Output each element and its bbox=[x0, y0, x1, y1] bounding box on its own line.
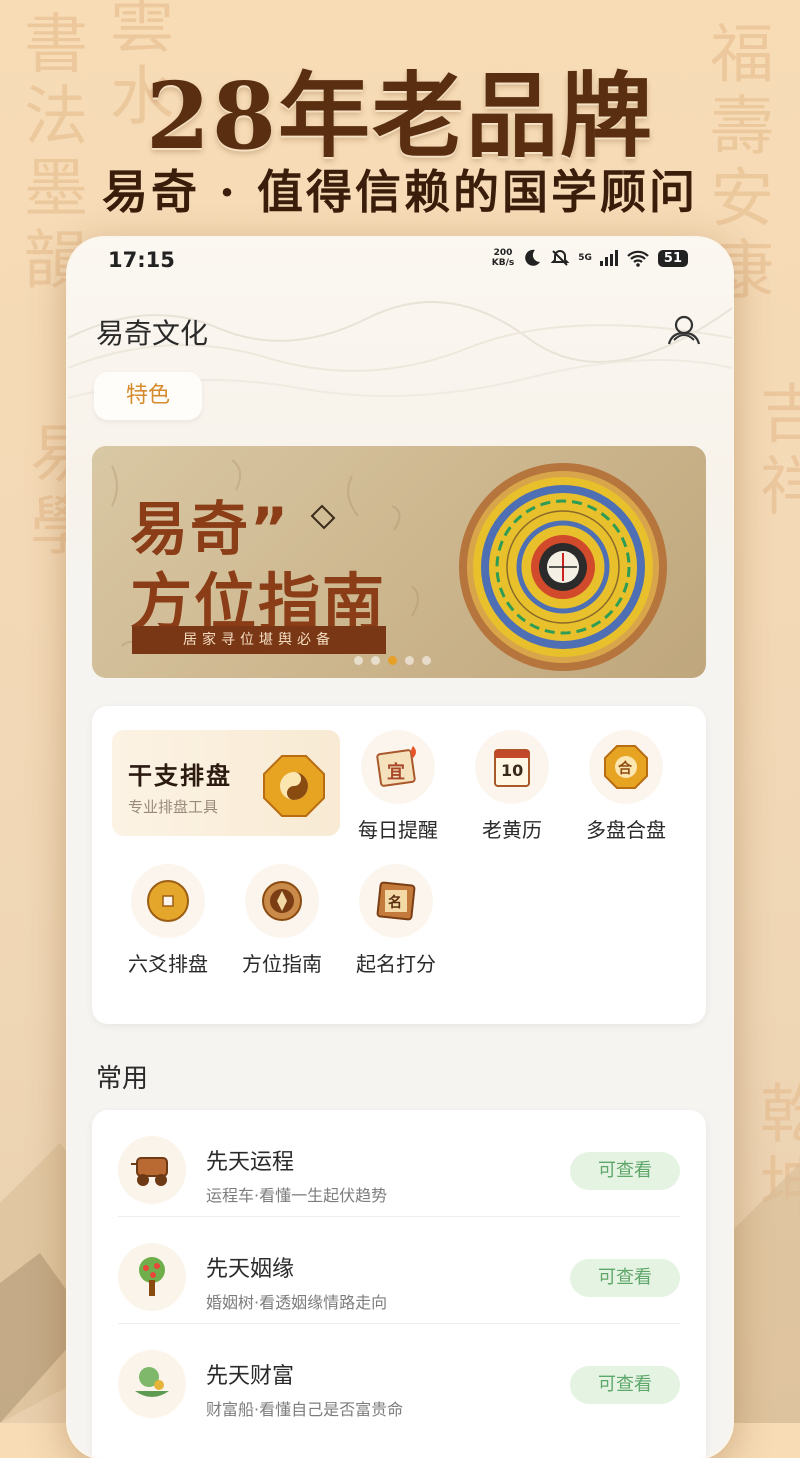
status-bar: 17:15 200 KB/s 5G 51 bbox=[68, 248, 732, 278]
bell-off-icon bbox=[550, 249, 570, 266]
view-button[interactable]: 可查看 bbox=[570, 1366, 680, 1404]
tool-ganzhi-paipan[interactable]: 干支排盘 专业排盘工具 bbox=[112, 730, 340, 836]
network-type: 5G bbox=[578, 253, 592, 263]
item-title: 先天财富 bbox=[206, 1364, 295, 1389]
pagination-dot[interactable] bbox=[405, 656, 414, 665]
moon-icon bbox=[525, 249, 541, 266]
phone-screen: 17:15 200 KB/s 5G 51 易奇文化 特色 易奇” 方位指南 居家… bbox=[68, 238, 732, 1458]
cart-icon bbox=[131, 1157, 168, 1186]
tool-daily-reminder[interactable]: 宜 每日提醒 bbox=[348, 730, 448, 843]
item-desc: 婚姻树·看透姻缘情路走向 bbox=[206, 1293, 388, 1312]
battery-indicator: 51 bbox=[657, 249, 688, 267]
featured-tool-desc: 专业排盘工具 bbox=[128, 798, 219, 816]
tool-multi-chart-merge[interactable]: 合 多盘合盘 bbox=[576, 730, 676, 843]
svg-text:合: 合 bbox=[618, 760, 633, 777]
tree-icon bbox=[139, 1257, 165, 1296]
tab-feature[interactable]: 特色 bbox=[94, 372, 202, 420]
tool-name-scoring[interactable]: 名 起名打分 bbox=[346, 864, 446, 977]
featured-tool-name: 干支排盘 bbox=[128, 762, 232, 790]
pagination-dot[interactable] bbox=[422, 656, 431, 665]
view-button[interactable]: 可查看 bbox=[570, 1152, 680, 1190]
section-title-common: 常用 bbox=[96, 1064, 149, 1094]
tool-label: 多盘合盘 bbox=[586, 818, 666, 842]
item-desc: 财富船·看懂自己是否富贵命 bbox=[206, 1400, 404, 1419]
fortune-boat-icon bbox=[135, 1367, 169, 1397]
common-list: 先天运程 运程车·看懂一生起伏趋势 可查看 先天姻缘 婚姻树·看透姻缘情路走向 … bbox=[92, 1110, 706, 1458]
almanac-icon: 10 bbox=[494, 749, 530, 787]
promo-banner[interactable]: 易奇” 方位指南 居家寻位堪舆必备 bbox=[92, 446, 706, 678]
pagination-dot-active[interactable] bbox=[388, 656, 397, 665]
list-item-fortune-path[interactable]: 先天运程 运程车·看懂一生起伏趋势 可查看 bbox=[92, 1110, 706, 1217]
name-seal-icon: 名 bbox=[376, 881, 416, 921]
tool-label: 每日提醒 bbox=[358, 818, 438, 842]
item-title: 先天姻缘 bbox=[206, 1257, 295, 1282]
item-title: 先天运程 bbox=[206, 1150, 295, 1175]
svg-text:名: 名 bbox=[388, 894, 402, 911]
tools-card: 干支排盘 专业排盘工具 宜 每日提醒 10 老黄历 合 多盘合盘 六爻排盘 方位… bbox=[92, 706, 706, 1024]
view-button[interactable]: 可查看 bbox=[570, 1259, 680, 1297]
coin-icon bbox=[147, 880, 189, 922]
he-octagon-icon: 合 bbox=[604, 745, 648, 789]
signal-icon bbox=[599, 250, 618, 266]
tool-direction-guide[interactable]: 方位指南 bbox=[232, 864, 332, 977]
promo-subheadline: 易奇 · 值得信赖的国学顾问 bbox=[101, 165, 699, 219]
tool-label: 老黄历 bbox=[482, 818, 542, 842]
tool-label: 起名打分 bbox=[356, 952, 436, 976]
tool-label: 六爻排盘 bbox=[128, 952, 208, 976]
item-desc: 运程车·看懂一生起伏趋势 bbox=[206, 1186, 388, 1205]
user-profile-icon[interactable] bbox=[666, 314, 702, 350]
app-title: 易奇文化 bbox=[96, 317, 209, 350]
list-item-wealth[interactable]: 先天财富 财富船·看懂自己是否富贵命 可查看 bbox=[92, 1324, 706, 1431]
luopan-compass-icon bbox=[459, 463, 667, 671]
banner-tagline: 居家寻位堪舆必备 bbox=[132, 626, 386, 654]
calendar-yi-icon: 宜 bbox=[376, 746, 416, 787]
pagination-dot[interactable] bbox=[371, 656, 380, 665]
bagua-icon bbox=[263, 755, 325, 817]
tool-label: 方位指南 bbox=[242, 952, 322, 976]
svg-text:10: 10 bbox=[501, 761, 523, 780]
banner-pagination bbox=[354, 656, 431, 665]
svg-text:宜: 宜 bbox=[387, 761, 405, 783]
tool-almanac[interactable]: 10 老黄历 bbox=[462, 730, 562, 843]
list-item-marriage[interactable]: 先天姻缘 婚姻树·看透姻缘情路走向 可查看 bbox=[92, 1217, 706, 1324]
status-time: 17:15 bbox=[108, 248, 175, 272]
tool-liuyao[interactable]: 六爻排盘 bbox=[118, 864, 218, 977]
net-speed: 200 KB/s bbox=[491, 248, 515, 268]
wifi-icon bbox=[627, 250, 649, 267]
compass-icon bbox=[262, 881, 302, 921]
pagination-dot[interactable] bbox=[354, 656, 363, 665]
